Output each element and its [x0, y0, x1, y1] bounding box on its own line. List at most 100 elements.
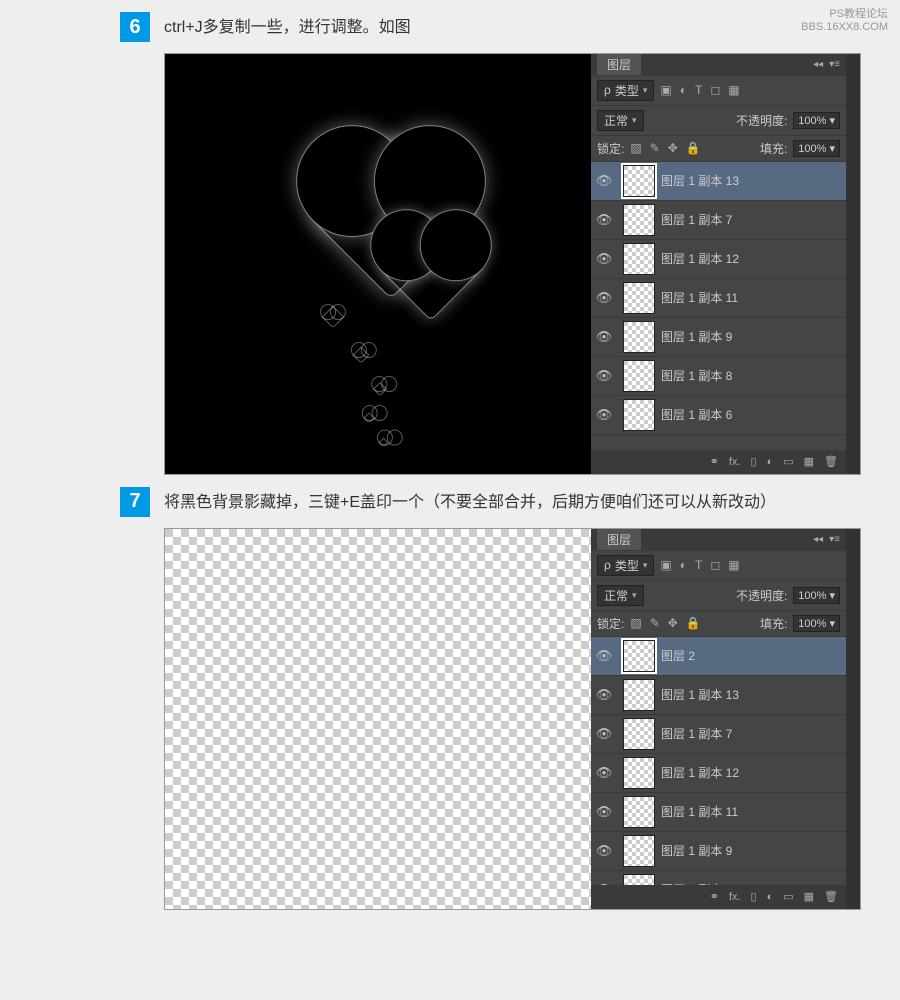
fx-icon[interactable]: fx.: [729, 891, 741, 903]
layer-row[interactable]: 👁图层 1 副本 8: [591, 871, 846, 885]
layer-name: 图层 2: [661, 647, 846, 664]
link-icon[interactable]: ⚭: [710, 455, 719, 468]
visibility-eye-icon[interactable]: 👁: [591, 368, 617, 384]
shape-filter-icon[interactable]: ◻: [710, 83, 720, 97]
link-icon[interactable]: ⚭: [710, 890, 719, 903]
visibility-eye-icon[interactable]: 👁: [591, 329, 617, 345]
layer-row[interactable]: 👁 图层 1 副本 13: [591, 162, 846, 201]
layer-thumbnail[interactable]: [623, 399, 655, 431]
blend-mode-select[interactable]: 正常▾: [597, 585, 644, 606]
lock-move-icon[interactable]: ✥: [668, 616, 678, 630]
group-icon[interactable]: ▭: [783, 455, 793, 468]
visibility-eye-icon[interactable]: 👁: [591, 804, 617, 820]
pixel-filter-icon[interactable]: ▣: [660, 83, 671, 97]
layer-thumbnail[interactable]: [623, 243, 655, 275]
canvas-area: [165, 54, 591, 474]
collapse-icon[interactable]: ◂◂: [813, 59, 823, 70]
visibility-eye-icon[interactable]: 👁: [591, 173, 617, 189]
visibility-eye-icon[interactable]: 👁: [591, 407, 617, 423]
scrollbar[interactable]: [846, 529, 860, 909]
mask-icon[interactable]: ▯: [751, 890, 757, 903]
layer-row[interactable]: 👁图层 1 副本 9: [591, 318, 846, 357]
menu-icon[interactable]: ▾≡: [829, 534, 840, 545]
fill-value[interactable]: 100% ▾: [793, 140, 840, 157]
figure-6: 图层 ◂◂▾≡ ρ类型▾ ▣ ◐ T ◻ ▦ 正常▾ 不透明度: 100% ▾ …: [164, 53, 861, 475]
visibility-eye-icon[interactable]: 👁: [591, 726, 617, 742]
layer-thumbnail[interactable]: [623, 757, 655, 789]
filter-type-select[interactable]: ρ类型▾: [597, 80, 654, 101]
panel-tab[interactable]: 图层: [597, 529, 641, 550]
layer-row[interactable]: 👁图层 1 副本 11: [591, 793, 846, 832]
layer-thumbnail[interactable]: [623, 835, 655, 867]
visibility-eye-icon[interactable]: 👁: [591, 648, 617, 664]
fx-icon[interactable]: fx.: [729, 456, 741, 468]
delete-icon[interactable]: 🗑: [824, 890, 838, 903]
adjust-filter-icon[interactable]: ◐: [680, 558, 687, 572]
layer-list: 👁图层 2👁图层 1 副本 13👁图层 1 副本 7👁图层 1 副本 12👁图层…: [591, 637, 846, 885]
lock-move-icon[interactable]: ✥: [668, 141, 678, 155]
collapse-icon[interactable]: ◂◂: [813, 534, 823, 545]
panel-tab[interactable]: 图层: [597, 54, 641, 75]
shape-filter-icon[interactable]: ◻: [710, 558, 720, 572]
visibility-eye-icon[interactable]: 👁: [591, 687, 617, 703]
layer-row[interactable]: 👁 图层 2: [591, 637, 846, 676]
visibility-eye-icon[interactable]: 👁: [591, 212, 617, 228]
layer-row[interactable]: 👁图层 1 副本 12: [591, 240, 846, 279]
layer-row[interactable]: 👁图层 1 副本 11: [591, 279, 846, 318]
layer-row[interactable]: 👁图层 1 副本 12: [591, 754, 846, 793]
opacity-value[interactable]: 100% ▾: [793, 587, 840, 604]
text-filter-icon[interactable]: T: [695, 83, 702, 97]
layer-row[interactable]: 👁图层 1 副本 7: [591, 201, 846, 240]
layer-thumbnail[interactable]: [623, 640, 655, 672]
visibility-eye-icon[interactable]: 👁: [591, 843, 617, 859]
layer-thumbnail[interactable]: [623, 282, 655, 314]
blend-mode-select[interactable]: 正常▾: [597, 110, 644, 131]
visibility-eye-icon[interactable]: 👁: [591, 765, 617, 781]
chevron-down-icon: ▾: [632, 590, 637, 601]
lock-all-icon[interactable]: 🔒: [686, 141, 701, 155]
fill-value[interactable]: 100% ▾: [793, 615, 840, 632]
layer-row[interactable]: 👁图层 1 副本 8: [591, 357, 846, 396]
layer-row[interactable]: 👁图层 1 副本 7: [591, 715, 846, 754]
adjustment-icon[interactable]: ◐: [767, 891, 774, 903]
new-layer-icon[interactable]: ▦: [804, 890, 814, 903]
scrollbar[interactable]: [846, 54, 860, 474]
layer-thumbnail[interactable]: [623, 718, 655, 750]
menu-icon[interactable]: ▾≡: [829, 59, 840, 70]
smart-filter-icon[interactable]: ▦: [728, 83, 739, 97]
lock-trans-icon[interactable]: ▨: [630, 616, 641, 630]
text-filter-icon[interactable]: T: [695, 558, 702, 572]
mask-icon[interactable]: ▯: [751, 455, 757, 468]
layer-thumbnail[interactable]: [623, 165, 655, 197]
layer-thumbnail[interactable]: [623, 796, 655, 828]
layer-thumbnail[interactable]: [623, 321, 655, 353]
opacity-value[interactable]: 100% ▾: [793, 112, 840, 129]
group-icon[interactable]: ▭: [783, 890, 793, 903]
smart-filter-icon[interactable]: ▦: [728, 558, 739, 572]
layer-thumbnail[interactable]: [623, 679, 655, 711]
visibility-eye-icon[interactable]: 👁: [591, 251, 617, 267]
layer-name: 图层 1 副本 13: [661, 686, 846, 703]
heart-small: [373, 382, 387, 396]
layer-row[interactable]: 👁图层 1 副本 9: [591, 832, 846, 871]
visibility-eye-icon[interactable]: 👁: [591, 290, 617, 306]
lock-trans-icon[interactable]: ▨: [630, 141, 641, 155]
lock-all-icon[interactable]: 🔒: [686, 616, 701, 630]
new-layer-icon[interactable]: ▦: [804, 455, 814, 468]
layer-thumbnail[interactable]: [623, 874, 655, 885]
pixel-filter-icon[interactable]: ▣: [660, 558, 671, 572]
lock-paint-icon[interactable]: ✎: [650, 616, 660, 630]
adjust-filter-icon[interactable]: ◐: [680, 83, 687, 97]
layer-name: 图层 1 副本 13: [661, 172, 846, 189]
heart-small: [363, 412, 374, 423]
layer-thumbnail[interactable]: [623, 204, 655, 236]
layer-thumbnail[interactable]: [623, 360, 655, 392]
delete-icon[interactable]: 🗑: [824, 455, 838, 468]
opacity-label: 不透明度:: [736, 587, 787, 604]
layer-row[interactable]: 👁图层 1 副本 6: [591, 396, 846, 435]
heart-small: [379, 437, 389, 447]
layer-row[interactable]: 👁 图层 1 副本 13: [591, 676, 846, 715]
lock-paint-icon[interactable]: ✎: [650, 141, 660, 155]
adjustment-icon[interactable]: ◐: [767, 456, 774, 468]
filter-type-select[interactable]: ρ类型▾: [597, 555, 654, 576]
